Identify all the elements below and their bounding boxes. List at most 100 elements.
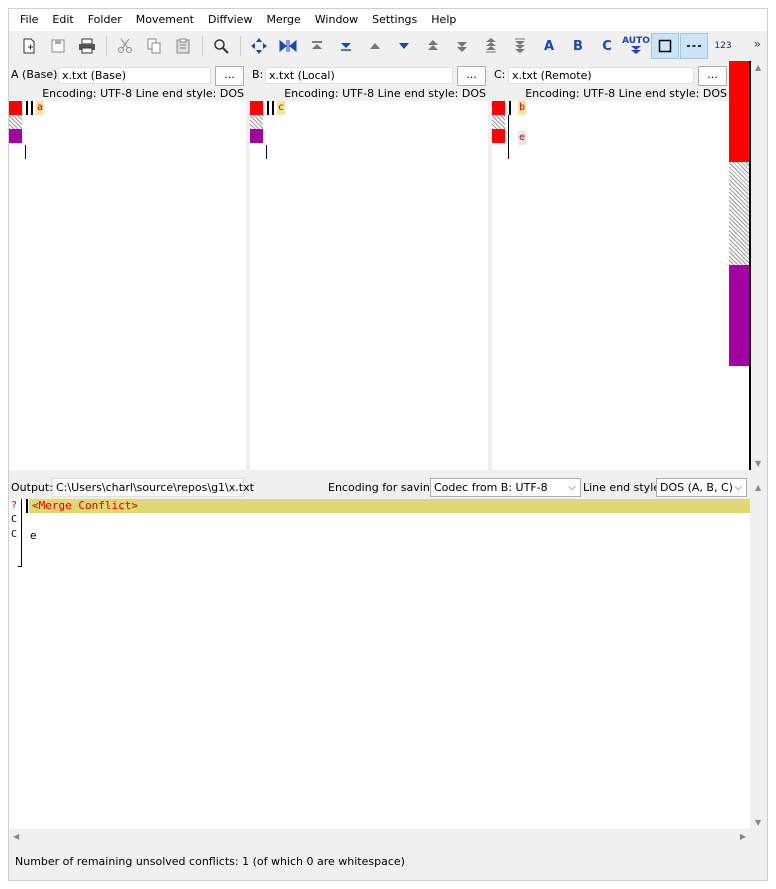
pane-a-text[interactable]: a bbox=[9, 101, 246, 470]
menu-edit[interactable]: Edit bbox=[45, 9, 80, 31]
line-end-select[interactable]: DOS (A, B, C) ⌵ bbox=[656, 478, 747, 497]
pane-b-text[interactable]: c bbox=[250, 101, 488, 470]
goto-next-conflict-icon[interactable] bbox=[448, 33, 476, 59]
gutter-source-marker: C bbox=[11, 514, 18, 525]
pane-c-line-1: b bbox=[518, 101, 527, 115]
output-vertical-scrollbar[interactable]: ▲ ▼ bbox=[751, 477, 767, 829]
goto-prev-conflict-icon[interactable] bbox=[419, 33, 447, 59]
show-whitespace-toggle[interactable] bbox=[651, 33, 679, 59]
status-bar: Number of remaining unsolved conflicts: … bbox=[15, 855, 405, 868]
text-cursor bbox=[266, 145, 267, 159]
new-file-icon[interactable] bbox=[15, 33, 43, 59]
pane-a-file-field[interactable]: x.txt (Base) bbox=[58, 67, 211, 84]
double-chevron-down-icon bbox=[630, 46, 641, 54]
search-icon[interactable] bbox=[207, 33, 235, 59]
auto-label: AUTO bbox=[622, 36, 650, 46]
line-end-value: DOS (A, B, C) bbox=[660, 481, 733, 494]
text-cursor bbox=[25, 145, 26, 159]
merge-range-bracket bbox=[21, 499, 22, 567]
select-c-button[interactable]: C bbox=[593, 33, 621, 59]
diff-vertical-scrollbar[interactable]: ▲ ▼ bbox=[751, 61, 767, 470]
conflict-bar bbox=[509, 101, 511, 115]
save-icon[interactable] bbox=[44, 33, 72, 59]
delta-marker-red bbox=[9, 101, 22, 115]
copy-icon[interactable] bbox=[140, 33, 168, 59]
scroll-down-icon[interactable]: ▼ bbox=[755, 818, 761, 827]
chevron-down-icon: ⌵ bbox=[734, 482, 742, 493]
scroll-left-icon[interactable]: ◀ bbox=[13, 832, 19, 841]
goto-conflict-icon[interactable] bbox=[274, 33, 302, 59]
delta-marker-hatch bbox=[250, 115, 263, 129]
overview-bar[interactable] bbox=[729, 61, 751, 470]
encoding-saving-value: Codec from B: UTF-8 bbox=[434, 481, 548, 494]
goto-next-delta-icon[interactable] bbox=[390, 33, 418, 59]
show-whitespace-chars-toggle[interactable] bbox=[680, 33, 708, 59]
conflict-bar bbox=[26, 101, 28, 115]
square-icon bbox=[658, 39, 672, 53]
encoding-saving-select[interactable]: Codec from B: UTF-8 ⌵ bbox=[430, 478, 581, 497]
delta-marker-red bbox=[492, 129, 505, 143]
conflict-bar bbox=[26, 499, 28, 513]
menu-movement[interactable]: Movement bbox=[129, 9, 201, 31]
cut-icon[interactable] bbox=[111, 33, 139, 59]
menu-settings[interactable]: Settings bbox=[365, 9, 424, 31]
auto-advance-button[interactable]: AUTO bbox=[622, 33, 650, 59]
pane-a-browse-button[interactable]: ... bbox=[215, 66, 244, 86]
delta-marker-hatch bbox=[492, 115, 505, 129]
scroll-up-icon[interactable]: ▲ bbox=[755, 483, 761, 492]
scroll-right-icon[interactable]: ▶ bbox=[740, 832, 746, 841]
pane-a-label: A (Base): bbox=[11, 68, 62, 81]
pane-c-line-3: e bbox=[518, 131, 527, 145]
pane-b-label: B: bbox=[252, 68, 264, 81]
toolbar: A B C AUTO 123 » bbox=[9, 31, 767, 61]
pane-b-file-field[interactable]: x.txt (Local) bbox=[265, 67, 453, 84]
paste-icon[interactable] bbox=[169, 33, 197, 59]
conflict-bar bbox=[272, 101, 274, 115]
menu-folder[interactable]: Folder bbox=[81, 9, 129, 31]
pane-b-encoding: Encoding: UTF-8 Line end style: DOS bbox=[284, 87, 486, 100]
pane-b: B: x.txt (Local) ... Encoding: UTF-8 Lin… bbox=[250, 63, 488, 470]
menu-file[interactable]: File bbox=[13, 9, 45, 31]
pane-c-browse-button[interactable]: ... bbox=[698, 66, 727, 86]
conflict-bar bbox=[508, 115, 509, 159]
pane-c: C: x.txt (Remote) ... Encoding: UTF-8 Li… bbox=[492, 63, 729, 470]
scroll-up-icon[interactable]: ▲ bbox=[755, 63, 761, 72]
output-line-e: e bbox=[30, 529, 37, 542]
select-a-button[interactable]: A bbox=[535, 33, 563, 59]
output-path-field[interactable]: C:\Users\charl\source\repos\g1\x.txt bbox=[52, 478, 254, 497]
toolbar-separator bbox=[240, 36, 241, 56]
select-b-button[interactable]: B bbox=[564, 33, 592, 59]
pane-c-file-field[interactable]: x.txt (Remote) bbox=[508, 67, 694, 84]
print-icon[interactable] bbox=[73, 33, 101, 59]
scroll-down-icon[interactable]: ▼ bbox=[755, 459, 761, 468]
toolbar-overflow-icon[interactable]: » bbox=[754, 37, 761, 51]
goto-prev-delta-icon[interactable] bbox=[361, 33, 389, 59]
goto-prev-unsolved-icon[interactable] bbox=[477, 33, 505, 59]
toolbar-separator bbox=[202, 36, 203, 56]
delta-marker-hatch bbox=[9, 115, 22, 129]
menu-diffview[interactable]: Diffview bbox=[201, 9, 259, 31]
merge-output-text[interactable]: <Merge Conflict> ? C C e bbox=[9, 499, 750, 829]
pane-a: A (Base): x.txt (Base) ... Encoding: UTF… bbox=[9, 63, 246, 470]
merge-conflict-text: <Merge Conflict> bbox=[32, 499, 138, 512]
menu-help[interactable]: Help bbox=[424, 9, 463, 31]
pane-c-text[interactable]: b e bbox=[492, 101, 729, 470]
pane-a-encoding: Encoding: UTF-8 Line end style: DOS bbox=[42, 87, 244, 100]
line-end-label: Line end style: bbox=[583, 481, 664, 494]
show-line-numbers-button[interactable]: 123 bbox=[709, 33, 737, 59]
menu-merge[interactable]: Merge bbox=[259, 9, 307, 31]
goto-current-delta-icon[interactable] bbox=[245, 33, 273, 59]
output-horizontal-scrollbar[interactable]: ◀ ▶ bbox=[9, 829, 750, 845]
overview-conflict-hatch bbox=[729, 162, 749, 265]
pane-b-browse-button[interactable]: ... bbox=[457, 66, 486, 86]
merge-range-bracket-end bbox=[18, 566, 22, 567]
delta-marker-red bbox=[250, 101, 263, 115]
conflict-bar bbox=[267, 101, 269, 115]
goto-last-delta-icon[interactable] bbox=[332, 33, 360, 59]
delta-marker-purple bbox=[250, 129, 263, 143]
delta-marker-red bbox=[492, 101, 505, 115]
menu-window[interactable]: Window bbox=[308, 9, 365, 31]
overview-conflict-red bbox=[729, 61, 749, 162]
goto-next-unsolved-icon[interactable] bbox=[506, 33, 534, 59]
goto-first-delta-icon[interactable] bbox=[303, 33, 331, 59]
